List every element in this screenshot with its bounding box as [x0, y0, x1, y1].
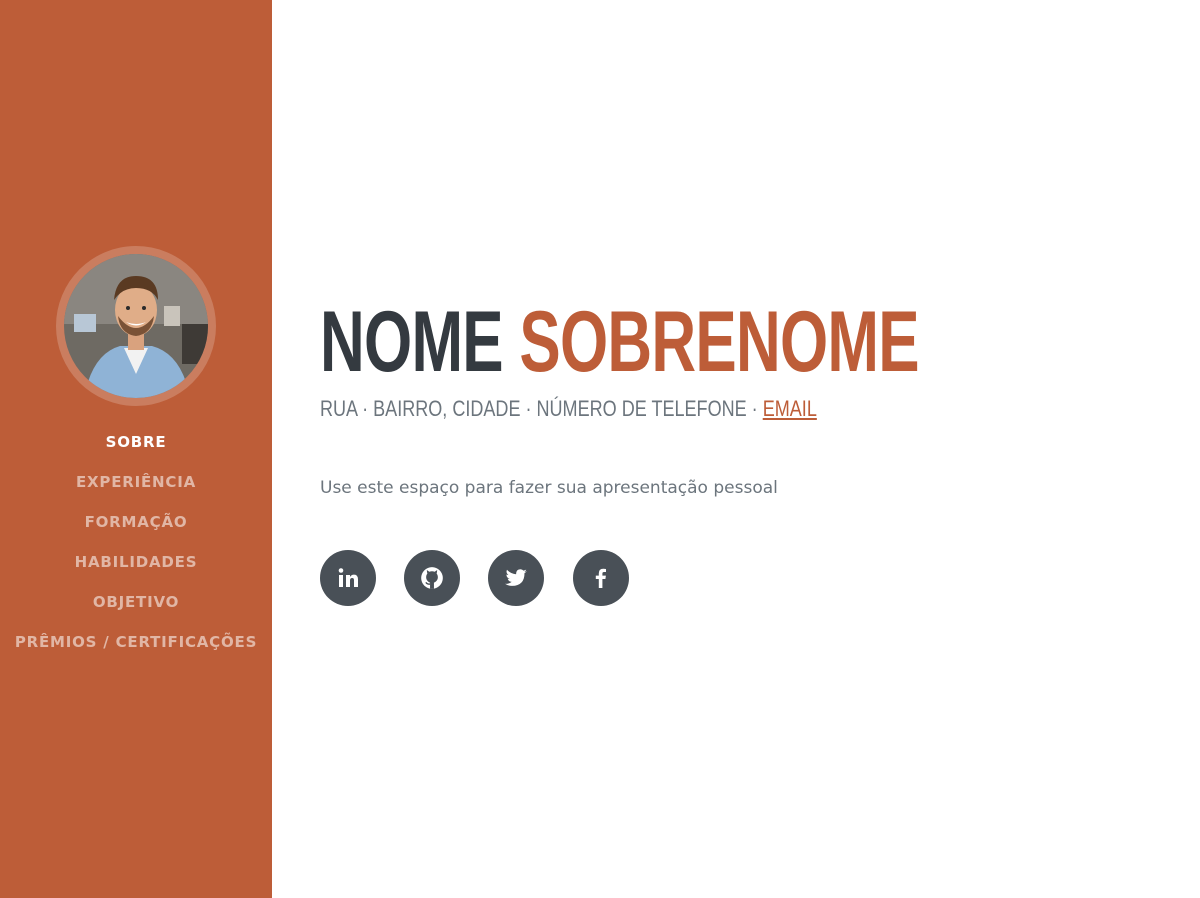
page-title: NOME SOBRENOME: [320, 294, 920, 390]
nav-link-objetivo[interactable]: OBJETIVO: [93, 593, 179, 611]
sidebar-nav: SOBRE EXPERIÊNCIA FORMAÇÃO HABILIDADES O…: [0, 422, 272, 662]
nav-item-experiencia: EXPERIÊNCIA: [0, 462, 272, 502]
nav-link-habilidades[interactable]: HABILIDADES: [75, 553, 198, 571]
twitter-icon: [505, 569, 527, 586]
nav-item-sobre: SOBRE: [0, 422, 272, 462]
github-button[interactable]: [404, 550, 460, 606]
github-icon: [421, 567, 443, 589]
nav-link-sobre[interactable]: SOBRE: [106, 433, 167, 451]
nav-item-habilidades: HABILIDADES: [0, 542, 272, 582]
nav-item-premios: PRÊMIOS / CERTIFICAÇÕES: [0, 622, 272, 662]
intro-text: Use este espaço para fazer sua apresenta…: [320, 478, 778, 498]
contact-line: RUA · BAIRRO, CIDADE · NÚMERO DE TELEFON…: [320, 394, 817, 424]
first-name: NOME: [320, 294, 504, 390]
twitter-button[interactable]: [488, 550, 544, 606]
nav-item-objetivo: OBJETIVO: [0, 582, 272, 622]
avatar-frame: [56, 246, 216, 406]
address-text: RUA · BAIRRO, CIDADE · NÚMERO DE TELEFON…: [320, 396, 763, 421]
nav-link-formacao[interactable]: FORMAÇÃO: [85, 513, 188, 531]
main-content: NOME SOBRENOME RUA · BAIRRO, CIDADE · NÚ…: [272, 0, 1200, 898]
sidebar: SOBRE EXPERIÊNCIA FORMAÇÃO HABILIDADES O…: [0, 0, 272, 898]
email-link[interactable]: EMAIL: [763, 396, 817, 421]
avatar: [64, 254, 208, 398]
nav-link-premios-certificacoes[interactable]: PRÊMIOS / CERTIFICAÇÕES: [15, 633, 257, 651]
nav-link-experiencia[interactable]: EXPERIÊNCIA: [76, 473, 196, 491]
linkedin-icon: [338, 568, 358, 587]
facebook-icon: [595, 568, 606, 588]
nav-item-formacao: FORMAÇÃO: [0, 502, 272, 542]
facebook-button[interactable]: [573, 550, 629, 606]
last-name: SOBRENOME: [519, 294, 919, 390]
linkedin-button[interactable]: [320, 550, 376, 606]
